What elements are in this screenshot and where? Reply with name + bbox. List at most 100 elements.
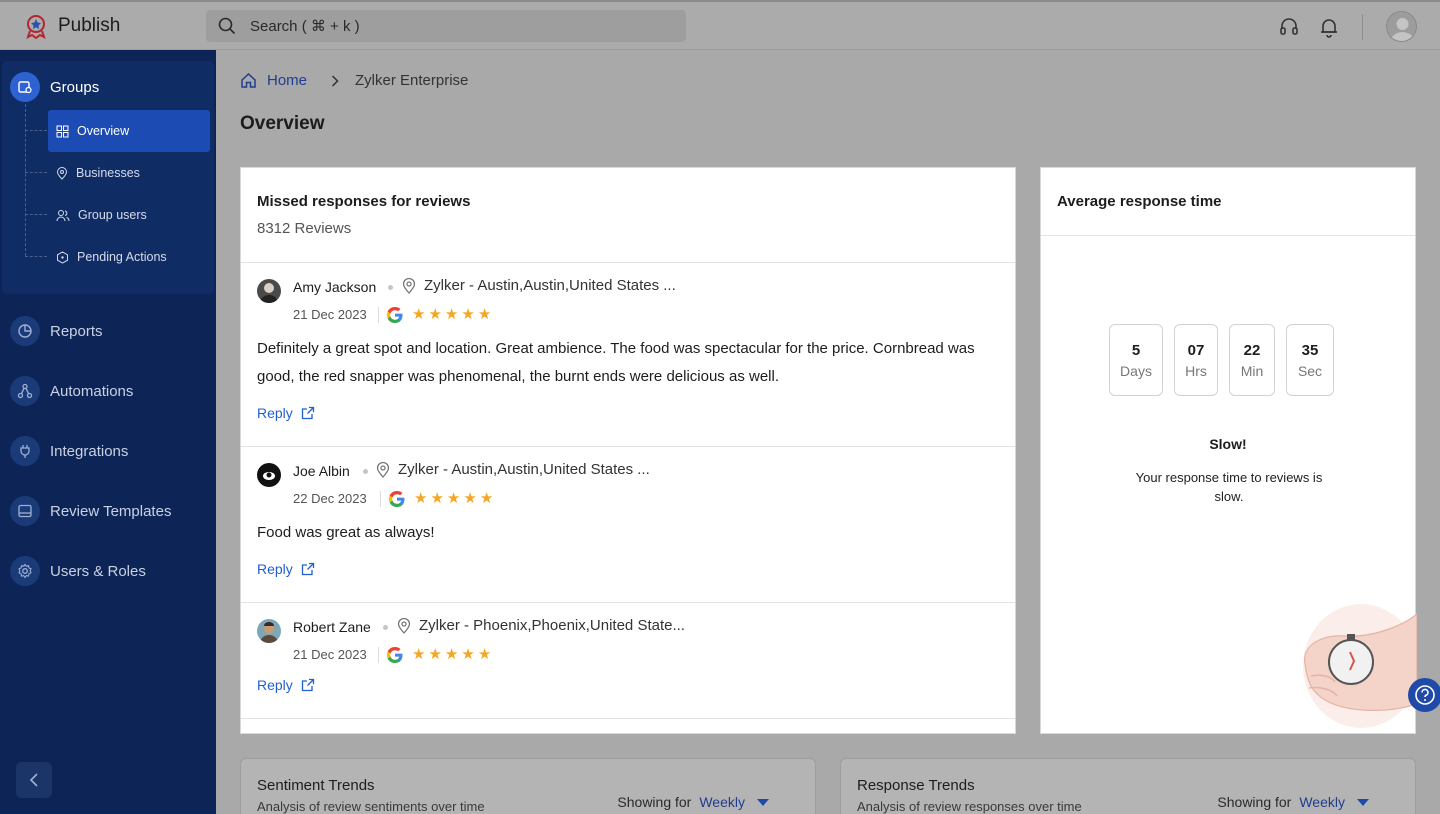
missed-responses-card: Missed responses for reviews 8312 Review… [240, 167, 1016, 734]
timer-value: 35 [1301, 341, 1319, 359]
headset-icon[interactable] [1278, 16, 1300, 38]
separator-dot [383, 625, 388, 630]
divider [380, 491, 381, 507]
tree-branch [25, 256, 47, 257]
caret-down-icon [1357, 798, 1369, 806]
sentiment-trends-title: Sentiment Trends [257, 777, 375, 794]
search-input[interactable]: Search ( ⌘ + k ) [206, 10, 686, 42]
chevron-left-icon [29, 773, 38, 787]
timer-value: 07 [1187, 341, 1205, 359]
user-avatar[interactable] [1386, 11, 1417, 42]
star-icon: ★ [412, 646, 426, 663]
location-pin-icon [402, 277, 416, 294]
users-icon [56, 209, 70, 221]
app-name: Publish [58, 15, 121, 36]
pie-chart-icon [18, 324, 32, 338]
location-pin-icon [397, 617, 411, 634]
reply-link[interactable]: Reply [257, 561, 315, 577]
separator-dot [388, 285, 393, 290]
status-text: Your response time to reviews is slow. [1135, 470, 1323, 504]
topbar-divider [1362, 14, 1363, 40]
home-icon[interactable] [240, 72, 257, 89]
review-location: Zylker - Phoenix,Phoenix,United State... [397, 617, 685, 634]
groups-icon-wrap [10, 72, 40, 102]
star-icon: ★ [430, 490, 444, 507]
breadcrumb-current: Zylker Enterprise [355, 72, 469, 89]
sidebar-item-automations[interactable]: Automations [10, 376, 133, 406]
sidebar-item-label: Groups [50, 78, 100, 96]
sidebar-item-users-roles[interactable]: Users & Roles [10, 556, 146, 586]
caret-down-icon [757, 798, 769, 806]
sidebar-subitem-overview[interactable]: Overview [48, 110, 210, 152]
response-period-dropdown[interactable]: Showing for Weekly [1217, 794, 1369, 810]
google-logo-icon [386, 647, 403, 663]
showing-for-label: Showing for [617, 794, 692, 810]
sidebar-item-integrations[interactable]: Integrations [10, 436, 128, 466]
review-location: Zylker - Austin,Austin,United States ... [402, 277, 676, 294]
sidebar-item-label: Reports [50, 322, 103, 340]
star-icon: ★ [463, 490, 477, 507]
response-timer: 5 Days 07 Hrs 22 Min 35 Sec [1109, 324, 1334, 396]
location-pin-icon [56, 166, 68, 180]
sidebar-item-reports[interactable]: Reports [10, 316, 103, 346]
reply-label: Reply [257, 405, 293, 421]
publish-logo-icon [26, 15, 46, 39]
response-trends-title: Response Trends [857, 777, 975, 794]
external-link-icon [301, 562, 314, 576]
sidebar-subitem-group-users[interactable]: Group users [48, 194, 210, 236]
sidebar-item-review-templates[interactable]: Review Templates [10, 496, 171, 526]
showing-for-label: Showing for [1217, 794, 1292, 810]
sentiment-period-dropdown[interactable]: Showing for Weekly [617, 794, 769, 810]
review-templates-icon-wrap [10, 496, 40, 526]
star-rating: ★ ★ ★ ★ ★ [412, 645, 491, 663]
integrations-icon-wrap [10, 436, 40, 466]
timer-seconds: 35 Sec [1286, 324, 1334, 396]
review-text: Food was great as always! [257, 524, 435, 541]
bell-icon[interactable] [1318, 16, 1340, 38]
external-link-icon [301, 406, 314, 420]
reply-link[interactable]: Reply [257, 677, 315, 693]
automations-icon-wrap [10, 376, 40, 406]
sidebar-subitem-label: Overview [77, 124, 130, 138]
sidebar-item-label: Users & Roles [50, 562, 146, 580]
timer-unit: Min [1240, 362, 1264, 379]
brand[interactable]: Publish [24, 13, 120, 39]
timer-unit: Sec [1297, 362, 1323, 379]
star-rating: ★ ★ ★ ★ ★ [414, 489, 493, 507]
star-icon: ★ [444, 646, 459, 663]
question-icon [1415, 685, 1435, 705]
review-date: 22 Dec 2023 [293, 491, 367, 506]
workflow-icon [17, 383, 33, 399]
collapse-sidebar-button[interactable] [16, 762, 52, 798]
sentiment-trends-subtitle: Analysis of review sentiments over time [257, 799, 485, 814]
sidebar-subitem-label: Group users [78, 208, 147, 222]
star-icon: ★ [477, 646, 492, 663]
reply-link[interactable]: Reply [257, 405, 315, 421]
reviewer-name: Amy Jackson [293, 279, 377, 295]
response-trends-subtitle: Analysis of review responses over time [857, 799, 1082, 814]
period-value: Weekly [1299, 794, 1345, 810]
sidebar-item-groups[interactable]: Groups [10, 72, 99, 102]
average-response-title: Average response time [1057, 193, 1222, 210]
reply-label: Reply [257, 561, 293, 577]
breadcrumb-home-link[interactable]: Home [267, 72, 307, 89]
divider [378, 647, 379, 663]
sidebar-subitem-businesses[interactable]: Businesses [48, 152, 210, 194]
sidebar-subitem-pending-actions[interactable]: Pending Actions [48, 236, 210, 278]
sidebar-subitem-label: Businesses [76, 166, 140, 180]
groups-icon [18, 81, 32, 94]
help-button[interactable] [1408, 678, 1440, 712]
page-title: Overview [240, 113, 325, 134]
reviewer-avatar [257, 463, 281, 487]
dashboard-icon [56, 125, 69, 137]
top-bar: Publish Search ( ⌘ + k ) [0, 0, 1440, 50]
star-icon: ★ [461, 646, 475, 663]
template-icon [18, 504, 32, 518]
timer-value: 5 [1131, 341, 1141, 359]
star-icon: ★ [414, 490, 428, 507]
review-location-text: Zylker - Austin,Austin,United States ... [424, 277, 676, 294]
star-icon: ★ [446, 490, 461, 507]
review-item: Amy Jackson Zylker - Austin,Austin,Unite… [241, 263, 1015, 446]
sidebar-item-label: Review Templates [50, 502, 172, 520]
review-location-text: Zylker - Austin,Austin,United States ... [398, 461, 650, 478]
